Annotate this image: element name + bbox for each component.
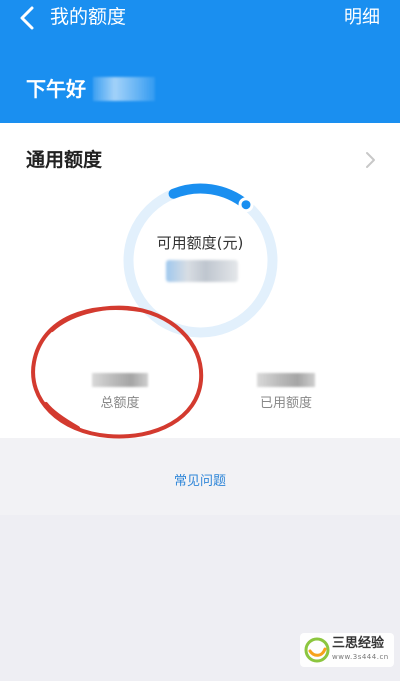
used-credit-stat: 已用额度 xyxy=(206,373,366,413)
logo-icon xyxy=(304,637,330,663)
red-annotation-circle xyxy=(31,305,204,439)
page-title: 我的额度 xyxy=(50,6,127,28)
detail-link[interactable]: 明细 xyxy=(344,7,380,29)
back-arrow-icon[interactable] xyxy=(14,4,42,32)
watermark-logo: 三思经验 www.3s444.cn xyxy=(300,633,394,667)
watermark-name: 三思经验 xyxy=(332,636,385,651)
available-credit-value-mask xyxy=(166,260,238,282)
chevron-right-icon[interactable] xyxy=(364,150,378,170)
greeting-text: 下午好 xyxy=(26,77,86,101)
used-credit-label: 已用额度 xyxy=(259,396,312,411)
gauge-progress-arc xyxy=(168,183,252,210)
user-name-mask xyxy=(93,77,155,101)
faq-link[interactable]: 常见问题 xyxy=(0,473,400,491)
watermark-site: www.3s444.cn xyxy=(332,653,389,661)
gauge-progress-dot xyxy=(238,197,254,213)
used-credit-value-mask xyxy=(257,373,315,387)
top-bar: 我的额度 明细 下午好 xyxy=(0,0,400,123)
available-credit-label: 可用额度(元) xyxy=(156,234,244,252)
card-title: 通用额度 xyxy=(26,149,103,171)
